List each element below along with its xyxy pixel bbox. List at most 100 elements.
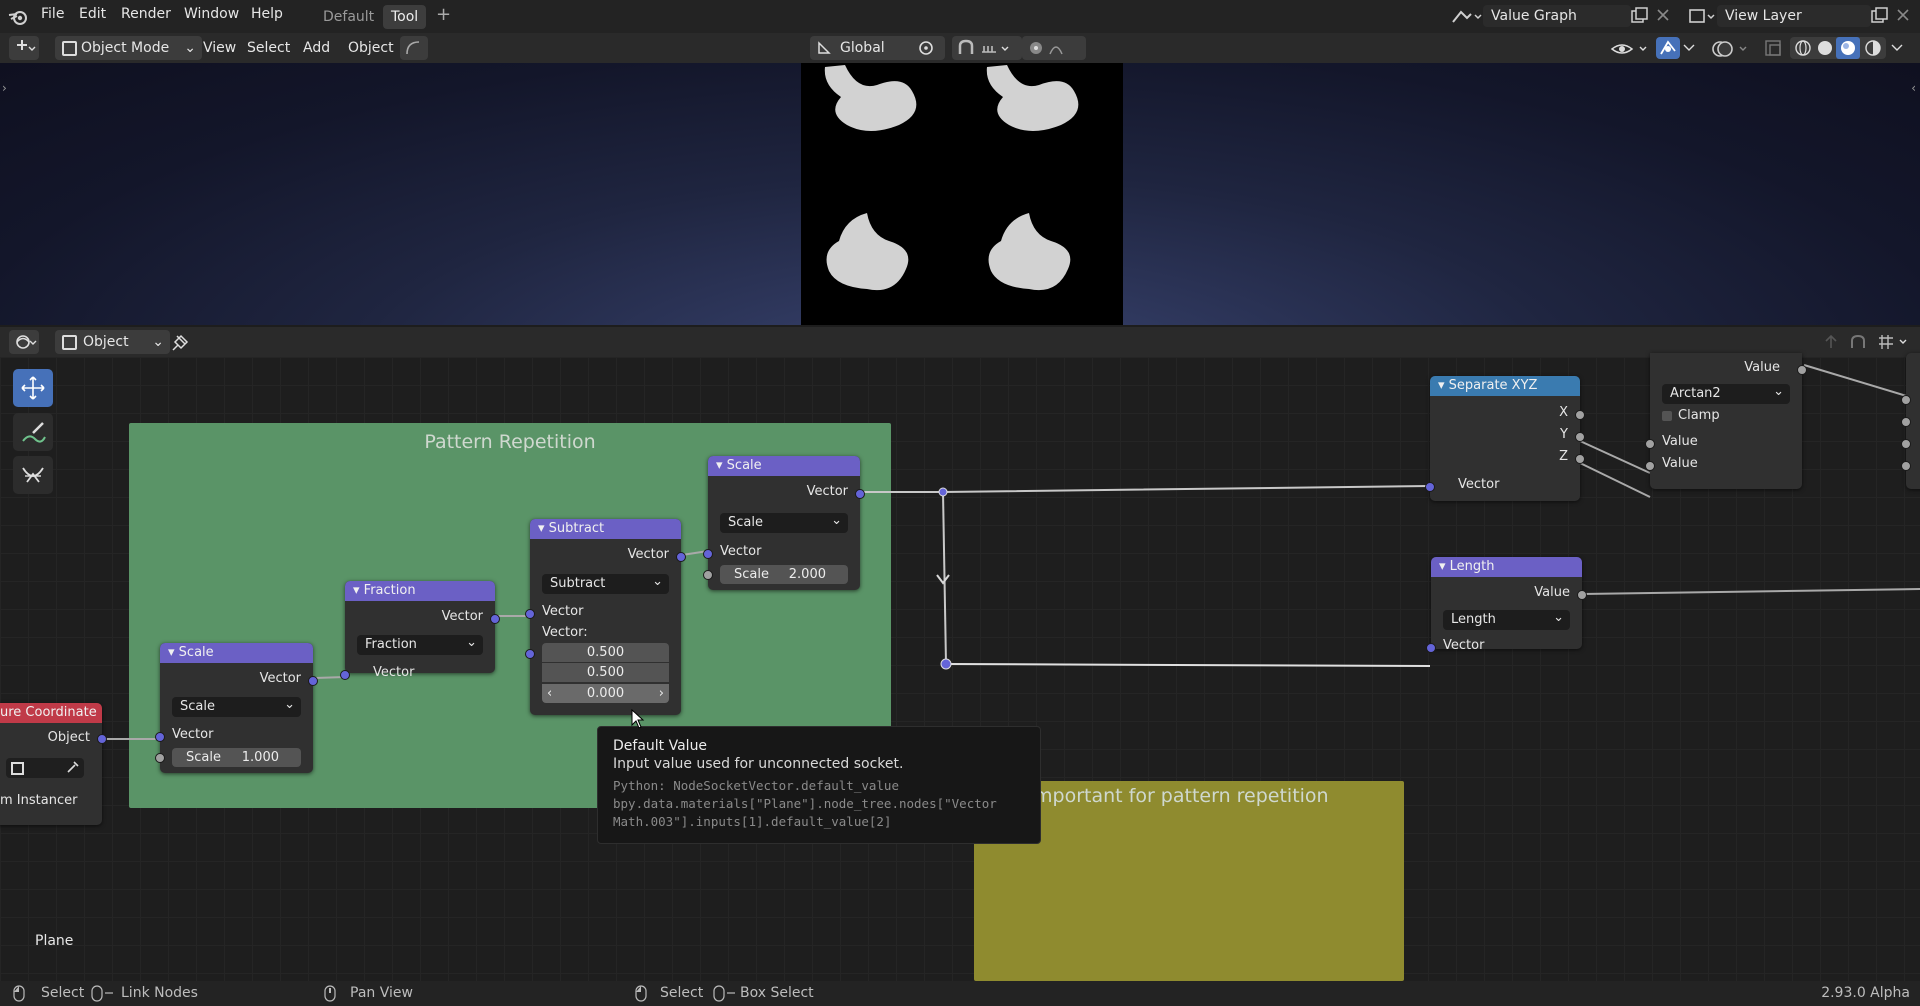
vector-x-field[interactable]: 0.500 [542,643,669,662]
mode-dropdown[interactable]: Object Mode ⌄ [55,36,202,60]
snap-options-icon[interactable] [1876,332,1912,352]
fraction-node[interactable]: ▾ Fraction Vector Fraction ⌄ Vector [340,581,500,680]
scale-input-socket[interactable] [703,570,713,580]
vector-input-socket-1[interactable] [525,609,535,619]
vector-input-socket[interactable] [703,549,713,559]
decrement-icon[interactable]: ‹ [547,684,552,703]
vector-output-socket[interactable] [676,552,686,562]
vector-output-socket[interactable] [855,489,865,499]
clamp-checkbox[interactable] [1662,411,1672,421]
view-layer-field[interactable]: View Layer [1717,5,1871,27]
vector-input-socket-2[interactable] [525,649,535,659]
add-workspace-button[interactable]: + [436,4,451,25]
view-layer-icon[interactable] [1687,6,1717,28]
input-socket[interactable] [1901,417,1911,427]
menu-edit[interactable]: Edit [79,6,106,22]
scale-input-socket[interactable] [155,753,165,763]
vector-z-field[interactable]: ‹ 0.000 › [542,684,669,703]
scale-field[interactable]: Scale 1.000 [172,748,301,767]
curve-tool-button[interactable] [400,36,428,60]
arctan2-node[interactable]: Value Arctan2 ⌄ Clamp Value Value [1645,353,1807,489]
input-socket[interactable] [1901,461,1911,471]
scale-node-2[interactable]: ▾ Scale Vector Scale ⌄ Vector Scale 2.00… [703,456,865,590]
operation-dropdown[interactable]: Subtract ⌄ [542,574,669,594]
select-menu[interactable]: Select [240,36,297,60]
collapse-icon[interactable]: ▾ [168,645,179,660]
solid-shading-icon[interactable] [1816,39,1834,57]
input-socket[interactable] [1901,395,1911,405]
operation-dropdown[interactable]: Arctan2 ⌄ [1662,384,1790,404]
xray-icon[interactable] [1764,39,1782,57]
pin-icon[interactable] [171,334,189,352]
collapse-icon[interactable]: ▾ [353,583,364,598]
toolbar-expand-icon[interactable]: › [2,81,7,95]
tab-default[interactable]: Default [315,5,382,29]
z-output-socket[interactable] [1575,454,1585,464]
scale-node-1[interactable]: ▾ Scale Vector Scale ⌄ Vector Scale 1.00… [155,643,318,773]
value-input-socket-2[interactable] [1645,461,1655,471]
vector-output-socket[interactable] [308,676,318,686]
vector-y-field[interactable]: 0.500 [542,663,669,682]
chevron-down-icon[interactable] [1890,42,1904,54]
subtract-node[interactable]: ▾ Subtract Vector Subtract ⌄ Vector Vect… [525,519,686,715]
menu-window[interactable]: Window [184,6,239,22]
x-output-socket[interactable] [1575,410,1585,420]
pivot-button[interactable] [911,36,945,60]
node-editor-canvas[interactable]: Pattern Repetition mportant for pattern … [0,353,1920,981]
vector-input-socket[interactable] [340,670,350,680]
vector-input-socket[interactable] [1426,643,1436,653]
copy-layer-icon[interactable] [1870,7,1890,25]
object-menu[interactable]: Object [341,36,401,60]
eyedropper-icon[interactable] [66,760,80,774]
cut-links-tool-button[interactable] [13,456,53,494]
vector-input-socket[interactable] [155,732,165,742]
snap-button[interactable] [952,36,1022,60]
copy-scene-icon[interactable] [1630,7,1650,25]
close-icon[interactable] [1896,8,1910,22]
material-preview-toggle[interactable] [1836,37,1860,59]
editor-type-button[interactable] [9,36,39,60]
sidebar-expand-icon[interactable]: ‹ [1911,81,1916,95]
overlay-icon[interactable] [1710,38,1754,60]
shader-type-dropdown[interactable]: Object ⌄ [55,330,170,354]
snap-node-icon[interactable] [1848,332,1868,352]
tab-tool[interactable]: Tool [383,5,427,29]
input-socket[interactable] [1901,439,1911,449]
operation-dropdown[interactable]: Scale ⌄ [720,513,848,533]
collapse-icon[interactable]: ▾ [1439,559,1450,574]
visibility-icon[interactable] [1610,39,1652,59]
menu-file[interactable]: File [41,6,64,22]
operation-dropdown[interactable]: Scale ⌄ [172,697,301,717]
operation-dropdown[interactable]: Fraction ⌄ [357,635,483,655]
tweak-tool-button[interactable] [13,369,53,407]
y-output-socket[interactable] [1575,432,1585,442]
scale-field[interactable]: Scale 2.000 [720,565,848,584]
value-input-socket-1[interactable] [1645,439,1655,449]
increment-icon[interactable]: › [659,684,664,703]
view-menu[interactable]: View [196,36,243,60]
operation-dropdown[interactable]: Length ⌄ [1443,610,1570,630]
add-menu[interactable]: Add [296,36,337,60]
parent-node-icon[interactable] [1822,333,1840,351]
texture-coordinate-node[interactable]: ure Coordinate Object m Instancer [0,703,107,825]
blender-logo-icon[interactable] [8,7,30,27]
offscreen-node[interactable] [1901,353,1920,489]
length-node[interactable]: ▾ Length Value Length ⌄ Vector [1426,557,1587,653]
chevron-down-icon[interactable] [1682,42,1696,54]
collapse-icon[interactable]: ▾ [538,521,549,536]
rendered-shading-icon[interactable] [1864,39,1882,57]
object-output-socket[interactable] [97,734,107,744]
vector-input-socket[interactable] [1425,482,1435,492]
gizmo-toggle[interactable] [1656,37,1680,59]
close-icon[interactable] [1656,8,1670,22]
menu-render[interactable]: Render [121,6,171,22]
node-editor-type-button[interactable] [9,330,39,354]
value-output-socket[interactable] [1797,365,1807,375]
scene-icon[interactable] [1449,6,1483,28]
collapse-icon[interactable]: ▾ [1438,378,1449,393]
wireframe-icon[interactable] [1794,39,1812,57]
value-output-socket[interactable] [1577,590,1587,600]
proportional-edit-button[interactable] [1022,36,1086,60]
collapse-icon[interactable]: ▾ [716,458,727,473]
vector-output-socket[interactable] [490,614,500,624]
